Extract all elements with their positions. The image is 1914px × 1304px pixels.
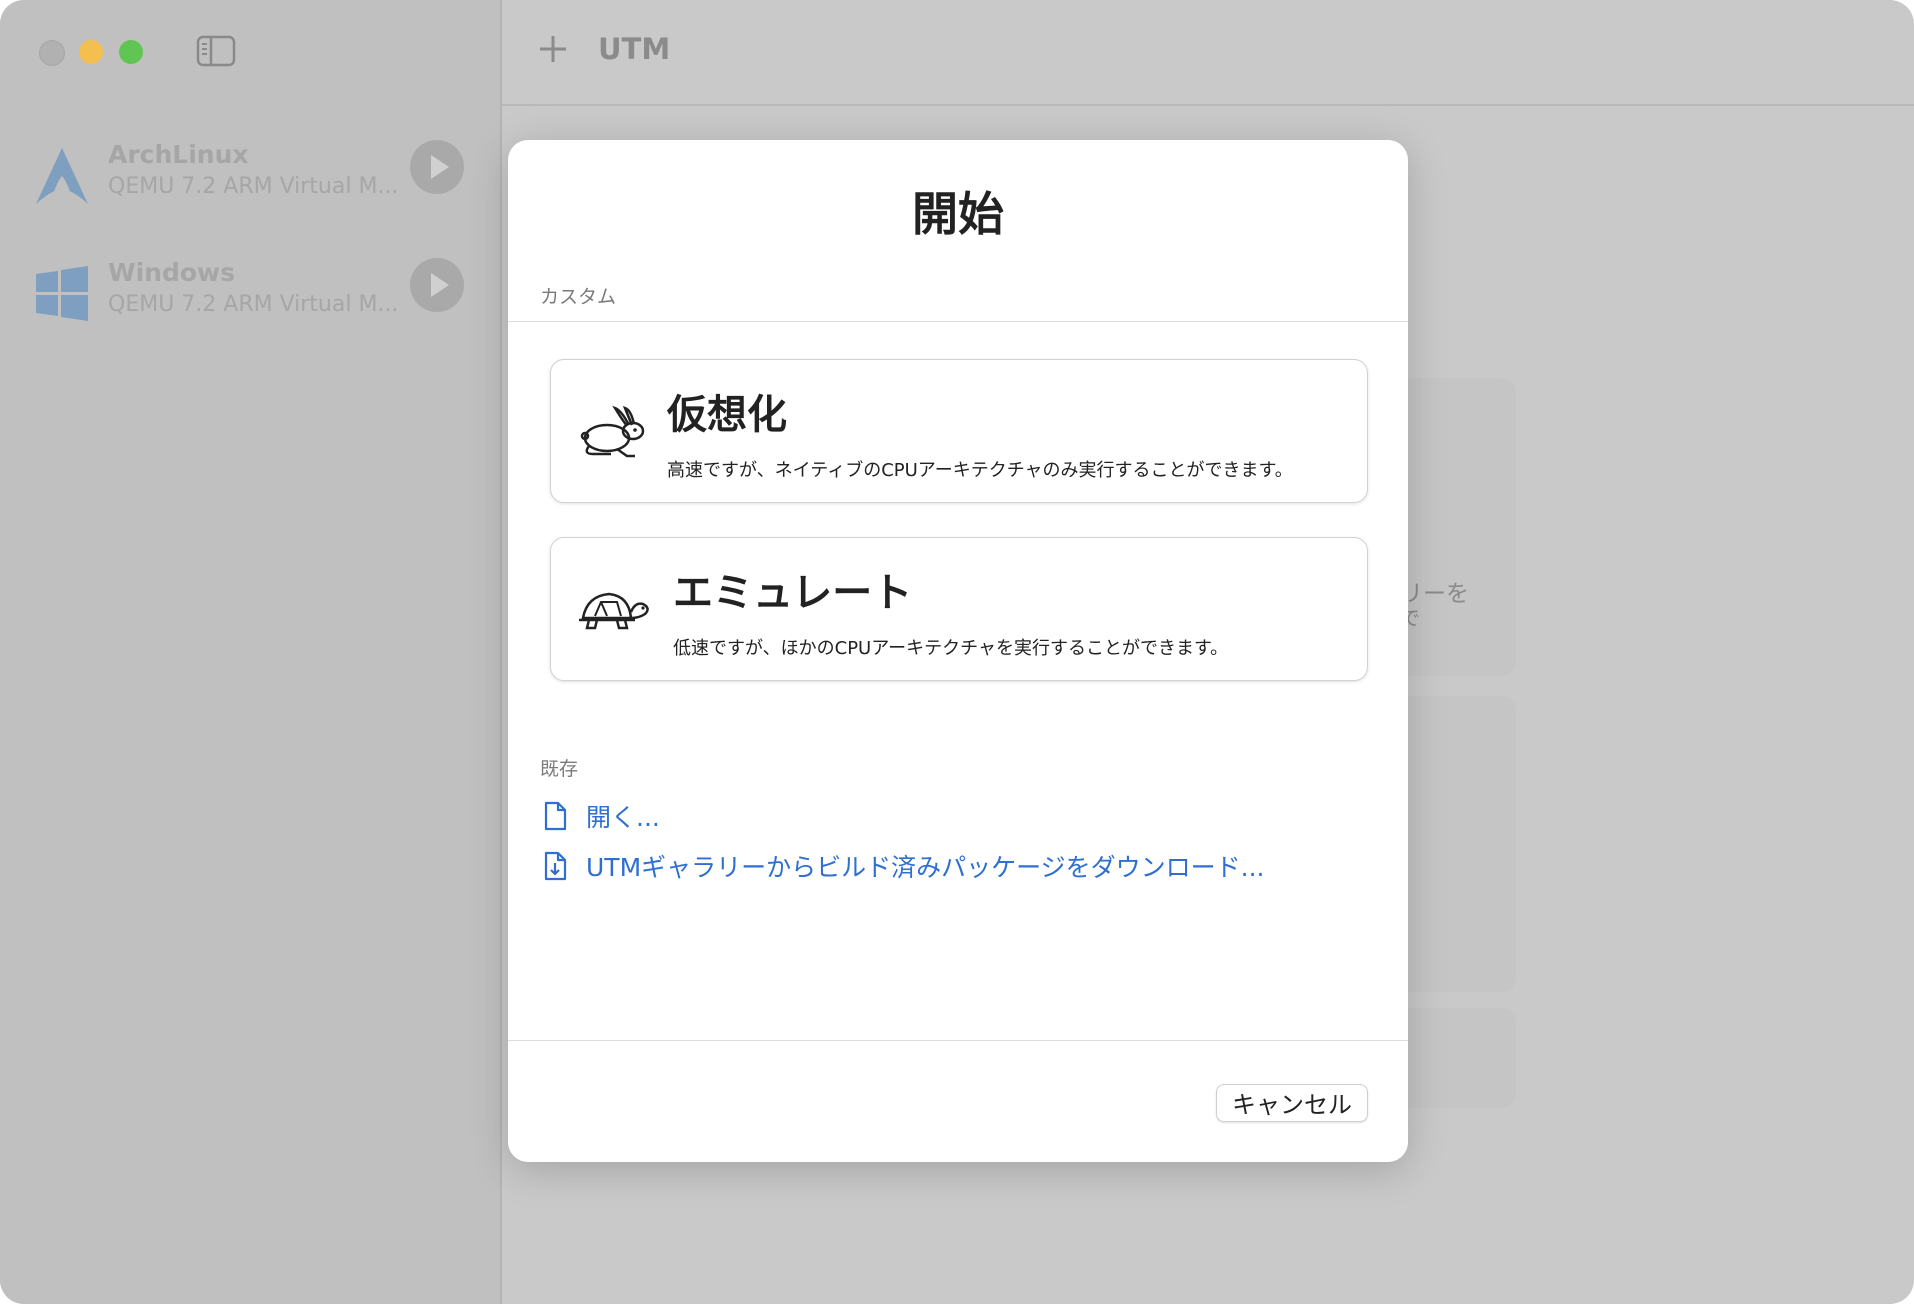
option-description: 高速ですが、ネイティブのCPUアーキテクチャのみ実行することができます。 <box>667 460 1293 481</box>
rabbit-icon <box>577 404 651 460</box>
vm-name: Windows <box>108 258 235 287</box>
sidebar-toggle-icon[interactable] <box>196 35 236 67</box>
vm-name: ArchLinux <box>108 140 249 169</box>
divider <box>508 321 1408 322</box>
link-label: 開く... <box>586 803 660 832</box>
arch-linux-logo <box>34 146 90 206</box>
vm-subtitle: QEMU 7.2 ARM Virtual M... <box>108 292 399 317</box>
download-gallery-link[interactable]: UTMギャラリーからビルド済みパッケージをダウンロード... <box>542 848 1264 884</box>
dialog-title: 開始 <box>912 187 1004 241</box>
link-label: UTMギャラリーからビルド済みパッケージをダウンロード... <box>586 853 1265 882</box>
turtle-icon <box>577 582 651 638</box>
play-vm-button[interactable] <box>410 258 464 312</box>
cancel-button[interactable]: キャンセル <box>1216 1084 1368 1122</box>
app-window: ArchLinux QEMU 7.2 ARM Virtual M... Wind… <box>0 0 1914 1304</box>
document-download-icon <box>542 851 568 881</box>
section-label-custom: カスタム <box>540 286 617 308</box>
open-link[interactable]: 開く... <box>542 798 660 834</box>
emulate-option-button[interactable]: エミュレート 低速ですが、ほかのCPUアーキテクチャを実行することができます。 <box>550 537 1368 681</box>
zoom-window-button[interactable] <box>119 40 143 64</box>
close-window-button[interactable] <box>39 40 65 66</box>
main-toolbar: UTM <box>502 0 1914 106</box>
play-vm-button[interactable] <box>410 140 464 194</box>
document-icon <box>542 801 568 831</box>
add-vm-icon[interactable] <box>538 34 568 64</box>
virtualize-option-button[interactable]: 仮想化 高速ですが、ネイティブのCPUアーキテクチャのみ実行することができます。 <box>550 359 1368 503</box>
minimize-window-button[interactable] <box>79 40 103 64</box>
vm-subtitle: QEMU 7.2 ARM Virtual M... <box>108 174 399 199</box>
window-title: UTM <box>598 32 671 66</box>
option-title: 仮想化 <box>667 392 787 438</box>
sidebar: ArchLinux QEMU 7.2 ARM Virtual M... Wind… <box>0 0 502 1304</box>
option-description: 低速ですが、ほかのCPUアーキテクチャを実行することができます。 <box>673 638 1229 659</box>
start-dialog: 開始 カスタム 仮想化 高速ですが、ネイティブのCPUアーキテクチャのみ実行する… <box>508 140 1408 1162</box>
divider <box>508 1040 1408 1041</box>
windows-logo <box>34 264 90 324</box>
section-label-existing: 既存 <box>540 758 579 780</box>
vm-list-item-windows[interactable]: Windows QEMU 7.2 ARM Virtual M... <box>30 248 470 358</box>
vm-list-item-archlinux[interactable]: ArchLinux QEMU 7.2 ARM Virtual M... <box>30 130 470 240</box>
option-title: エミュレート <box>673 570 913 616</box>
